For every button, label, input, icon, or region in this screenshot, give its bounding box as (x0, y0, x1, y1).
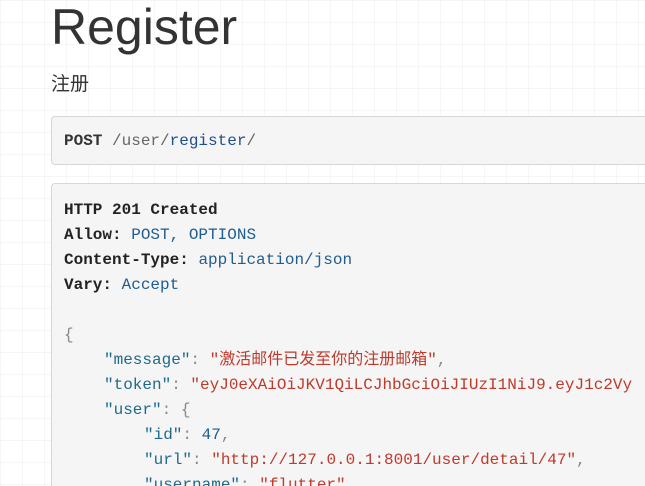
json-value: "eyJ0eXAiOiJKV1QiLCJhbGciOiJIUzI1NiJ9.ey… (190, 376, 633, 394)
json-key: "user" (104, 401, 162, 419)
json-username-line: "username": "flutter" (64, 473, 645, 486)
json-id-line: "id": 47, (144, 426, 231, 444)
json-key: "username" (144, 476, 241, 486)
request-path-prefix: /user/ (112, 132, 170, 150)
json-value: 47 (201, 426, 221, 444)
json-url-line: "url": "http://127.0.0.1:8001/user/detai… (144, 451, 586, 469)
header-line: Vary: Accept (64, 273, 645, 298)
header-line: Allow: POST, OPTIONS (64, 223, 645, 248)
page-description: 注册 (51, 74, 90, 95)
status-line: HTTP 201 Created (64, 198, 645, 223)
page-title: Register (51, 0, 238, 55)
header-line: Content-Type: application/json (64, 248, 645, 273)
json-key: "url" (144, 451, 193, 469)
response-info: HTTP 201 Created Allow: POST, OPTIONS Co… (51, 183, 645, 486)
header-key: Vary: (64, 276, 113, 294)
request-method: POST (64, 132, 103, 150)
header-value: application/json (198, 251, 353, 269)
status-text: HTTP 201 Created (64, 201, 218, 219)
header-key: Content-Type: (64, 251, 189, 269)
json-value: "flutter" (259, 476, 346, 486)
json-message-line: "message": "激活邮件已发至你的注册邮箱", (104, 351, 447, 369)
header-value: POST, OPTIONS (131, 226, 257, 244)
json-token-line: "token": "eyJ0eXAiOiJKV1QiLCJhbGciOiJIUz… (104, 376, 633, 394)
header-value: Accept (121, 276, 180, 294)
json-value: "激活邮件已发至你的注册邮箱" (209, 351, 437, 369)
open-brace: { (64, 326, 74, 344)
json-key: "message" (104, 351, 191, 369)
api-page: Register 注册 POST /user/register/ HTTP 20… (0, 0, 645, 486)
json-key: "id" (144, 426, 183, 444)
header-key: Allow: (64, 226, 122, 244)
request-path-suffix: / (246, 132, 257, 150)
user-open-brace: { (180, 401, 191, 419)
json-open: { (64, 323, 645, 348)
request-path-name: register (169, 132, 247, 150)
json-value: "http://127.0.0.1:8001/user/detail/47" (211, 451, 577, 469)
json-key: "token" (104, 376, 172, 394)
request-info: POST /user/register/ (51, 116, 645, 165)
json-user-line: "user": { (104, 401, 191, 419)
